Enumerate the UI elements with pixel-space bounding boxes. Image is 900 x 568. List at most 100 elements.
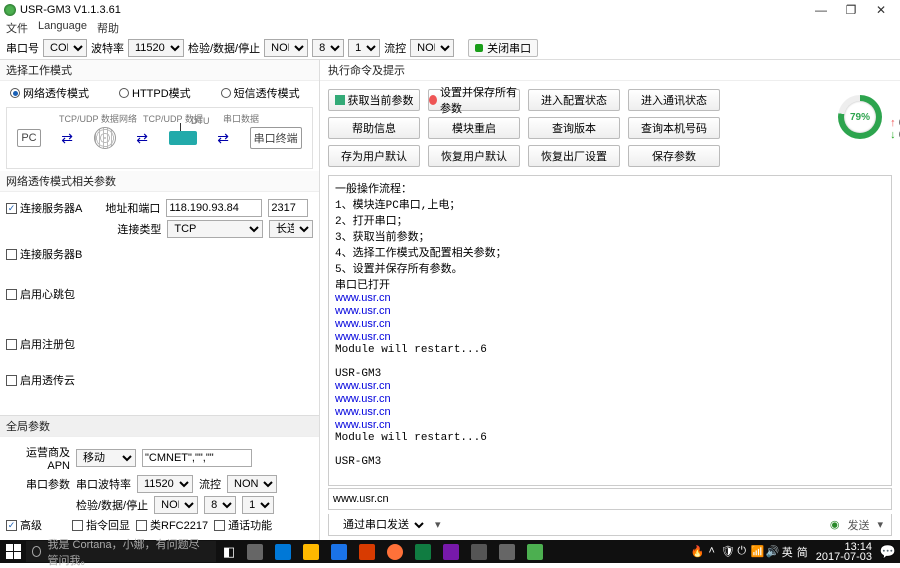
heartbeat-check[interactable]: 启用心跳包 — [6, 286, 75, 302]
conn-a-check[interactable]: ✓连接服务器A — [6, 200, 82, 216]
cloud-check[interactable]: 启用透传云 — [6, 372, 75, 388]
menu-file[interactable]: 文件 — [6, 20, 28, 36]
task-view-button[interactable]: ◧ — [216, 540, 242, 563]
echo-check[interactable]: 指令回显 — [72, 517, 130, 533]
register-check[interactable]: 启用注册包 — [6, 336, 75, 352]
dtu-icon — [169, 131, 197, 145]
tray-volume-icon[interactable]: 🔊 — [766, 545, 778, 558]
minimize-button[interactable]: — — [806, 1, 836, 19]
cortana-search[interactable]: 我是 Cortana，小娜，有问题尽管问我。 — [26, 541, 216, 562]
app-icon[interactable] — [298, 540, 324, 563]
netparam-title: 网络透传模式相关参数 — [0, 171, 319, 192]
start-button[interactable] — [0, 540, 26, 563]
set-all-button[interactable]: 设置并保存所有参数 — [428, 89, 520, 111]
log-output[interactable]: 一般操作流程： 1、模块连PC串口,上电； 2、打开串口； 3、获取当前参数； … — [328, 175, 892, 486]
app-icon[interactable] — [326, 540, 352, 563]
tray-icon[interactable]: 📶 — [751, 545, 763, 558]
restore-user-button[interactable]: 恢复用户默认 — [428, 145, 520, 167]
help-button[interactable]: 帮助信息 — [328, 117, 420, 139]
mode-section-title: 选择工作模式 — [0, 60, 319, 81]
right-panel: 执行命令及提示 获取当前参数 设置并保存所有参数 进入配置状态 进入通讯状态 帮… — [320, 60, 900, 540]
reboot-button[interactable]: 模块重启 — [428, 117, 520, 139]
app-icon[interactable] — [410, 540, 436, 563]
apn-input[interactable] — [142, 449, 252, 467]
close-port-button[interactable]: 关闭串口 — [468, 39, 538, 57]
parity-label: 检验/数据/停止 — [188, 40, 260, 56]
flow-label: 流控 — [384, 40, 406, 56]
baud-select[interactable]: 115200 — [128, 39, 184, 57]
send-label[interactable]: 发送 — [847, 517, 869, 533]
conn-type-select[interactable]: TCP — [167, 220, 263, 238]
excel-icon — [415, 544, 431, 560]
parity2-select[interactable]: NONE — [154, 496, 198, 514]
serial-flow-select[interactable]: NONE — [227, 475, 277, 493]
download-icon — [335, 95, 345, 105]
addr-input[interactable] — [166, 199, 262, 217]
clock-time: 13:14 — [816, 542, 872, 552]
send-mode-select[interactable]: 通过串口发送 — [337, 515, 427, 535]
adv-check[interactable]: ✓高级 — [6, 517, 42, 533]
ime-mode[interactable]: 简 — [797, 544, 808, 560]
app-icon[interactable] — [270, 540, 296, 563]
net-rates: 0.1K/s 0.09K/s — [890, 117, 900, 141]
menu-help[interactable]: 帮助 — [97, 20, 119, 36]
comm-mode-button[interactable]: 进入通讯状态 — [628, 89, 720, 111]
system-tray[interactable]: 🔥 ˄ 🛡 ⏻ 📶 🔊 — [691, 545, 778, 558]
port-input[interactable] — [268, 199, 308, 217]
parity-select[interactable]: NONE — [264, 39, 308, 57]
tray-up-icon[interactable]: ˄ — [706, 545, 718, 558]
app-icon[interactable] — [494, 540, 520, 563]
global-params: 全局参数 运营商及APN 移动 串口参数 串口波特率 115200 流控 NON… — [0, 415, 319, 540]
stopbits2-select[interactable]: 1 — [242, 496, 274, 514]
cloud-label: 启用透传云 — [20, 372, 75, 388]
clock[interactable]: 13:14 2017-07-03 — [812, 542, 876, 562]
app-icon[interactable] — [354, 540, 380, 563]
mode-net-radio[interactable]: 网络透传模式 — [10, 85, 89, 101]
app-icon[interactable] — [242, 540, 268, 563]
serial-baud-select[interactable]: 115200 — [137, 475, 193, 493]
mode-sms-radio[interactable]: 短信透传模式 — [221, 85, 300, 101]
databits2-select[interactable]: 8 — [204, 496, 236, 514]
tray-icon[interactable]: ⏻ — [736, 545, 748, 558]
cfg-mode-button[interactable]: 进入配置状态 — [528, 89, 620, 111]
conn-b-check[interactable]: 连接服务器B — [6, 246, 82, 262]
save-user-button[interactable]: 存为用户默认 — [328, 145, 420, 167]
app-icon[interactable] — [522, 540, 548, 563]
register-label: 启用注册包 — [20, 336, 75, 352]
factory-button[interactable]: 恢复出厂设置 — [528, 145, 620, 167]
dia-label: 网络 — [119, 112, 137, 125]
databits-select[interactable]: 8 — [312, 39, 344, 57]
mode-httpd-label: HTTPD模式 — [132, 85, 191, 101]
echo-label: 指令回显 — [86, 517, 130, 533]
stopbits-select[interactable]: 1 — [348, 39, 380, 57]
app-icon[interactable] — [438, 540, 464, 563]
app-icon[interactable] — [382, 540, 408, 563]
clock-date: 2017-07-03 — [816, 552, 872, 562]
apn-select[interactable]: 移动 — [76, 449, 136, 467]
get-params-button[interactable]: 获取当前参数 — [328, 89, 420, 111]
app-icon[interactable] — [466, 540, 492, 563]
ime-lang[interactable]: 英 — [782, 544, 793, 560]
version-button[interactable]: 查询版本 — [528, 117, 620, 139]
send-input[interactable] — [329, 489, 891, 509]
port-select[interactable]: COM3 — [43, 39, 87, 57]
taskbar-apps — [242, 540, 548, 563]
close-button[interactable]: ✕ — [866, 1, 896, 19]
save-button[interactable]: 保存参数 — [628, 145, 720, 167]
telnet-label: 通话功能 — [228, 517, 272, 533]
serialp-label: 串口参数 — [6, 476, 70, 492]
telnet-check[interactable]: 通话功能 — [214, 517, 272, 533]
firefox-icon — [387, 544, 403, 560]
maximize-button[interactable]: ❐ — [836, 1, 866, 19]
chevron-down-icon: ▾ — [877, 518, 883, 531]
parity2-label: 检验/数据/停止 — [76, 497, 148, 513]
menu-language[interactable]: Language — [38, 20, 87, 36]
conn-persist-select[interactable]: 长连接 — [269, 220, 313, 238]
mode-httpd-radio[interactable]: HTTPD模式 — [119, 85, 191, 101]
flow-select[interactable]: NONE — [410, 39, 454, 57]
rfc-check[interactable]: 类RFC2217 — [136, 517, 208, 533]
notifications-button[interactable]: 💬 — [880, 540, 896, 563]
number-button[interactable]: 查询本机号码 — [628, 117, 720, 139]
tray-icon[interactable]: 🔥 — [691, 545, 703, 558]
tray-icon[interactable]: 🛡 — [721, 545, 733, 558]
